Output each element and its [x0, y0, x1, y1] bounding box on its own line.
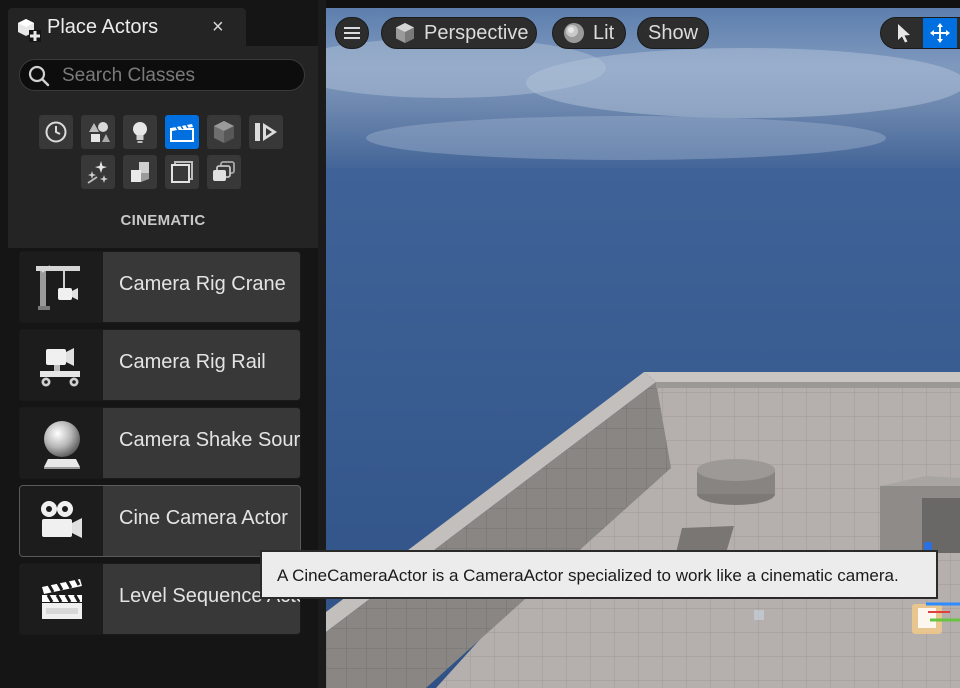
sparkles-icon [87, 161, 108, 184]
list-item-cine-camera-actor[interactable]: Cine Camera Actor [19, 485, 301, 557]
cinematic-icon [170, 124, 194, 142]
cursor-arrow-icon [898, 24, 910, 43]
place-actors-tab[interactable]: Place Actors × [8, 8, 246, 46]
close-icon[interactable]: × [212, 17, 224, 37]
transform-tools-group [880, 17, 960, 49]
select-tool-button[interactable] [885, 18, 923, 48]
item-thumbnail [20, 330, 103, 400]
visual-effects-cube-icon [214, 121, 234, 143]
list-item-camera-rig-rail[interactable]: Camera Rig Rail [19, 329, 301, 401]
item-thumbnail [20, 408, 103, 478]
item-tooltip: A CineCameraActor is a CameraActor speci… [260, 550, 938, 599]
category-lights[interactable] [123, 115, 157, 149]
item-thumbnail [20, 252, 103, 322]
camera-rig-rail-icon [39, 348, 80, 387]
recent-icon [45, 121, 67, 143]
lit-sphere-icon [564, 23, 584, 43]
category-recent[interactable] [39, 115, 73, 149]
item-label: Cine Camera Actor [119, 507, 288, 529]
category-effects[interactable] [81, 155, 115, 189]
geometry-icon [131, 162, 149, 182]
list-item-level-sequence-actor[interactable]: Level Sequence Actor [19, 563, 301, 635]
cine-camera-icon [40, 501, 82, 538]
volumes-icon [171, 161, 193, 183]
search-box[interactable] [19, 59, 305, 91]
category-media[interactable] [249, 115, 283, 149]
panel-title: Place Actors [47, 16, 159, 38]
item-label: Camera Shake Source [119, 429, 301, 451]
category-cinematic[interactable] [165, 115, 199, 149]
category-basic[interactable] [81, 115, 115, 149]
category-volumes[interactable] [165, 155, 199, 189]
clapperboard-icon [41, 578, 82, 619]
viewport-top-border [326, 0, 960, 8]
search-icon [28, 65, 50, 87]
category-all-classes[interactable] [207, 155, 241, 189]
move-arrows-icon [930, 23, 950, 43]
category-visual-effects[interactable] [207, 115, 241, 149]
show-label: Show [647, 21, 699, 44]
place-actors-icon [18, 19, 41, 42]
category-geometry[interactable] [123, 155, 157, 189]
item-thumbnail [20, 564, 103, 634]
item-label: Camera Rig Rail [119, 351, 266, 373]
view-mode-label: Perspective [424, 21, 529, 44]
camera-shake-source-icon [43, 421, 80, 469]
perspective-view-button[interactable]: Perspective [381, 17, 537, 49]
lights-icon [133, 122, 147, 143]
show-flags-button[interactable]: Show [637, 17, 709, 49]
viewport-options-button[interactable] [335, 17, 369, 49]
panel-body: CINEMATIC [8, 46, 318, 248]
list-item-camera-rig-crane[interactable]: Camera Rig Crane [19, 251, 301, 323]
lighting-mode-label: Lit [593, 21, 615, 44]
media-play-icon [255, 123, 277, 141]
list-item-camera-shake-source[interactable]: Camera Shake Source [19, 407, 301, 479]
item-thumbnail [20, 486, 103, 556]
basic-shapes-icon [89, 122, 110, 142]
search-input[interactable] [60, 63, 300, 89]
section-label: CINEMATIC [120, 212, 206, 229]
perspective-cube-icon [396, 23, 414, 43]
all-classes-icon [213, 161, 235, 181]
camera-rig-crane-icon [35, 265, 80, 310]
hamburger-menu-icon [344, 27, 360, 39]
lit-view-button[interactable]: Lit [552, 17, 626, 49]
item-label: Camera Rig Crane [119, 273, 286, 295]
translate-tool-button[interactable] [923, 18, 957, 48]
